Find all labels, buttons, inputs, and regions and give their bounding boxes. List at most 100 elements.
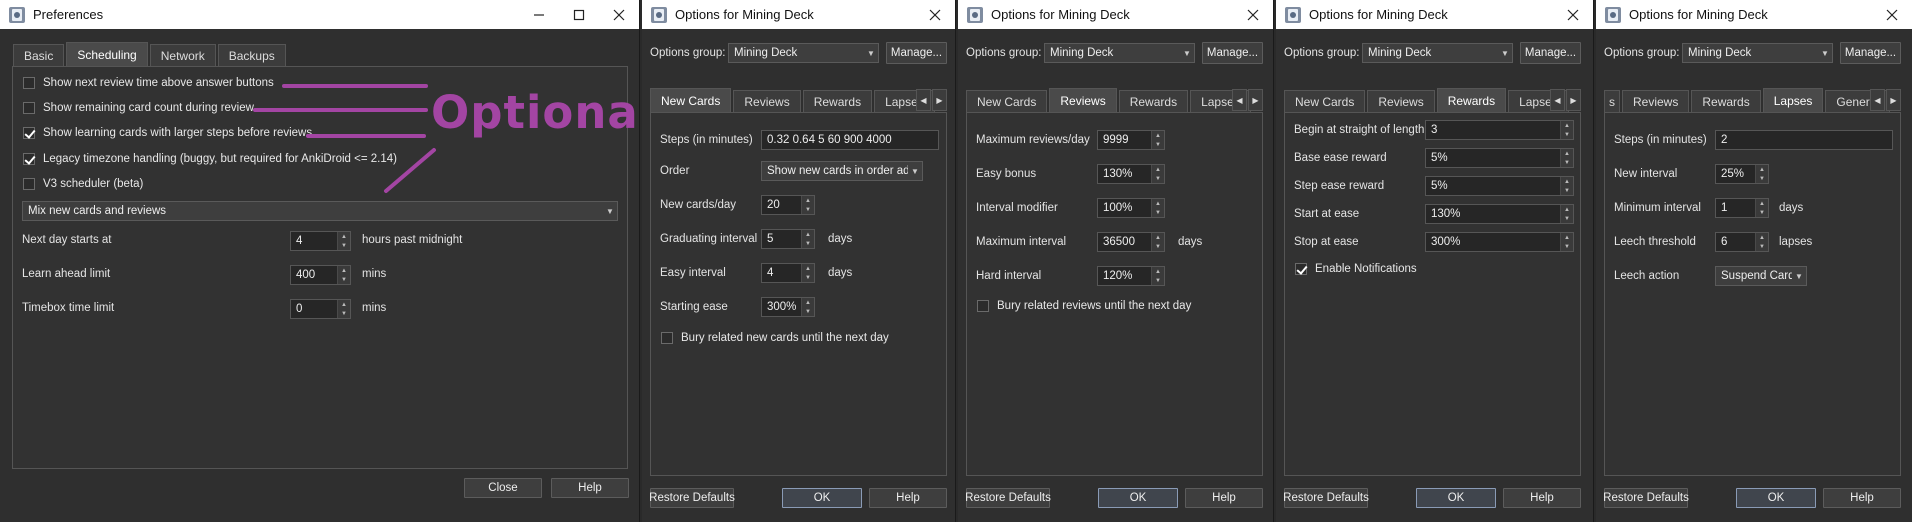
- manage-button[interactable]: Manage...: [1202, 42, 1263, 64]
- bury-new-checkbox[interactable]: Bury related new cards until the next da…: [661, 332, 889, 344]
- interval-modifier-spinbox[interactable]: 100% ▲ ▼: [1097, 198, 1165, 218]
- ok-button[interactable]: OK: [1416, 488, 1496, 508]
- tab-reviews[interactable]: Reviews: [1049, 88, 1117, 112]
- spin-arrows[interactable]: ▲ ▼: [337, 232, 350, 250]
- close-button[interactable]: Close: [464, 478, 542, 498]
- tab-rewards[interactable]: Rewards: [1118, 90, 1189, 112]
- tab-scheduling[interactable]: Scheduling: [66, 42, 148, 66]
- min-interval-spinbox[interactable]: 1 ▲ ▼: [1715, 198, 1769, 218]
- order-select[interactable]: Show new cards in order added▼: [761, 161, 923, 181]
- tab-reviews[interactable]: Reviews: [1367, 90, 1435, 112]
- easy-interval-spinbox[interactable]: 4 ▲ ▼: [761, 263, 815, 283]
- options-group-select[interactable]: Mining Deck ▼: [728, 43, 879, 63]
- close-icon[interactable]: [915, 0, 955, 29]
- manage-button[interactable]: Manage...: [1840, 42, 1901, 64]
- spin-arrows[interactable]: ▲ ▼: [801, 264, 814, 282]
- tab-network[interactable]: Network: [149, 44, 216, 66]
- close-icon[interactable]: [1553, 0, 1593, 29]
- spin-arrows[interactable]: ▲ ▼: [801, 196, 814, 214]
- close-icon[interactable]: [599, 0, 639, 29]
- easy-bonus-spinbox[interactable]: 130% ▲ ▼: [1097, 164, 1165, 184]
- help-button[interactable]: Help: [1185, 488, 1263, 508]
- base-ease-spinbox[interactable]: 5% ▲ ▼: [1425, 148, 1574, 168]
- spin-arrows[interactable]: ▲ ▼: [1560, 121, 1573, 139]
- options-group-select[interactable]: Mining Deck ▼: [1682, 43, 1833, 63]
- spin-arrows[interactable]: ▲ ▼: [1560, 149, 1573, 167]
- restore-defaults-button[interactable]: Restore Defaults: [649, 488, 735, 508]
- tab-scroll-left-icon[interactable]: ◀: [916, 89, 931, 111]
- checkbox-box[interactable]: [23, 153, 35, 165]
- spin-arrows[interactable]: ▲ ▼: [337, 300, 350, 318]
- hard-interval-spinbox[interactable]: 120% ▲ ▼: [1097, 266, 1165, 286]
- ok-button[interactable]: OK: [1736, 488, 1816, 508]
- spin-arrows[interactable]: ▲ ▼: [1755, 165, 1768, 183]
- bury-reviews-checkbox[interactable]: Bury related reviews until the next day: [977, 300, 1191, 312]
- tab-rewards[interactable]: Rewards: [1691, 90, 1761, 112]
- timebox-spinbox[interactable]: 0 ▲ ▼: [290, 299, 351, 319]
- tab-reviews[interactable]: Reviews: [1622, 90, 1690, 112]
- restore-defaults-button[interactable]: Restore Defaults: [965, 488, 1051, 508]
- spin-arrows[interactable]: ▲ ▼: [1560, 205, 1573, 223]
- stop-ease-spinbox[interactable]: 300% ▲ ▼: [1425, 232, 1574, 252]
- step-ease-spinbox[interactable]: 5% ▲ ▼: [1425, 176, 1574, 196]
- max-interval-spinbox[interactable]: 36500 ▲ ▼: [1097, 232, 1165, 252]
- spin-arrows[interactable]: ▲ ▼: [1560, 177, 1573, 195]
- new-per-day-spinbox[interactable]: 20 ▲ ▼: [761, 195, 815, 215]
- spin-arrows[interactable]: ▲ ▼: [1755, 199, 1768, 217]
- ok-button[interactable]: OK: [782, 488, 862, 508]
- close-icon[interactable]: [1872, 0, 1912, 29]
- next-day-spinbox[interactable]: 4 ▲ ▼: [290, 231, 351, 251]
- tab-scroll-right-icon[interactable]: ▶: [1248, 89, 1263, 111]
- spin-arrows[interactable]: ▲ ▼: [1151, 267, 1164, 285]
- checkbox-box[interactable]: [23, 77, 35, 89]
- maximize-icon[interactable]: [559, 0, 599, 29]
- spin-arrows[interactable]: ▲ ▼: [337, 266, 350, 284]
- minimize-icon[interactable]: [519, 0, 559, 29]
- options-group-select[interactable]: Mining Deck ▼: [1044, 43, 1195, 63]
- checkbox-box[interactable]: [977, 300, 989, 312]
- tab-lapses[interactable]: Lapses: [1762, 88, 1824, 112]
- tab-rewards[interactable]: Rewards: [1436, 88, 1507, 112]
- checkbox-box[interactable]: [661, 332, 673, 344]
- tab-new-cards[interactable]: New Cards: [1284, 90, 1366, 112]
- tab-scroll-left-icon[interactable]: ◀: [1870, 89, 1885, 111]
- graduating-interval-spinbox[interactable]: 5 ▲ ▼: [761, 229, 815, 249]
- manage-button[interactable]: Manage...: [886, 42, 947, 64]
- tab-scroll-right-icon[interactable]: ▶: [1566, 89, 1581, 111]
- tab-scroll-right-icon[interactable]: ▶: [1886, 89, 1901, 111]
- close-icon[interactable]: [1233, 0, 1273, 29]
- max-reviews-spinbox[interactable]: 9999 ▲ ▼: [1097, 130, 1165, 150]
- legacy-timezone-checkbox[interactable]: Legacy timezone handling (buggy, but req…: [23, 153, 397, 165]
- start-ease-spinbox[interactable]: 130% ▲ ▼: [1425, 204, 1574, 224]
- starting-ease-spinbox[interactable]: 300% ▲ ▼: [761, 297, 815, 317]
- tab-basic[interactable]: Basic: [13, 44, 65, 66]
- help-button[interactable]: Help: [551, 478, 629, 498]
- checkbox-box[interactable]: [23, 102, 35, 114]
- tab-scroll-right-icon[interactable]: ▶: [932, 89, 947, 111]
- spin-arrows[interactable]: ▲ ▼: [801, 298, 814, 316]
- lapse-steps-input[interactable]: 2: [1715, 130, 1893, 150]
- checkbox-box[interactable]: [23, 127, 35, 139]
- spin-arrows[interactable]: ▲ ▼: [1151, 165, 1164, 183]
- begin-straight-spinbox[interactable]: 3 ▲ ▼: [1425, 120, 1574, 140]
- tab-reviews[interactable]: Reviews: [733, 90, 801, 112]
- steps-input[interactable]: 0.32 0.64 5 60 900 4000: [761, 130, 939, 150]
- tab-backups[interactable]: Backups: [217, 44, 286, 66]
- enable-notifications-checkbox[interactable]: Enable Notifications: [1295, 263, 1417, 275]
- ok-button[interactable]: OK: [1098, 488, 1178, 508]
- spin-arrows[interactable]: ▲ ▼: [1755, 233, 1768, 251]
- v3-scheduler-checkbox[interactable]: V3 scheduler (beta): [23, 178, 143, 190]
- tab-new-cards[interactable]: New Cards: [650, 88, 732, 112]
- leech-threshold-spinbox[interactable]: 6 ▲ ▼: [1715, 232, 1769, 252]
- restore-defaults-button[interactable]: Restore Defaults: [1603, 488, 1689, 508]
- show-next-review-checkbox[interactable]: Show next review time above answer butto…: [23, 77, 274, 89]
- manage-button[interactable]: Manage...: [1520, 42, 1581, 64]
- checkbox-box[interactable]: [1295, 263, 1307, 275]
- tab-clipped[interactable]: s: [1604, 90, 1620, 112]
- tab-scroll-left-icon[interactable]: ◀: [1232, 89, 1247, 111]
- learn-ahead-spinbox[interactable]: 400 ▲ ▼: [290, 265, 351, 285]
- tab-rewards[interactable]: Rewards: [802, 90, 873, 112]
- checkbox-box[interactable]: [23, 178, 35, 190]
- mix-cards-select[interactable]: Mix new cards and reviews ▼: [22, 201, 618, 221]
- spin-arrows[interactable]: ▲ ▼: [1151, 131, 1164, 149]
